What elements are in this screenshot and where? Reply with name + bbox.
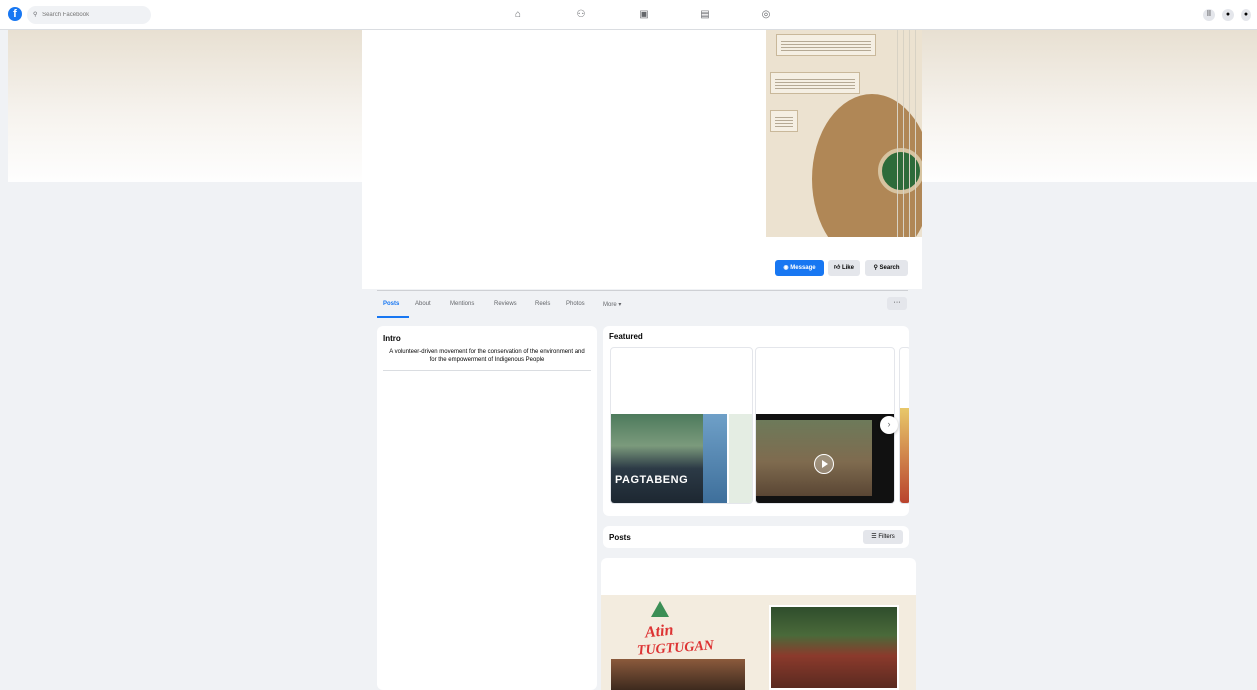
- search-icon: ⚲: [873, 265, 878, 271]
- tab-posts[interactable]: Posts: [383, 301, 399, 307]
- stage-photo: [769, 605, 899, 690]
- cover-photo[interactable]: [766, 30, 922, 237]
- featured-photo: [703, 414, 727, 503]
- posts-header: Posts ☰ Filters: [603, 526, 909, 548]
- friends-icon[interactable]: ⚇: [575, 9, 587, 21]
- featured-title: Featured: [609, 332, 643, 341]
- featured-video[interactable]: [755, 347, 895, 504]
- post-image[interactable]: Atin TUGTUGAN: [601, 595, 916, 690]
- notifications-icon[interactable]: ●: [1241, 9, 1251, 21]
- marketplace-icon[interactable]: ▤: [699, 9, 711, 21]
- intro-title: Intro: [383, 334, 401, 343]
- message-button[interactable]: ◉ Message: [775, 260, 824, 276]
- tab-mentions[interactable]: Mentions: [450, 301, 474, 307]
- search-box[interactable]: ⚲: [27, 6, 151, 24]
- featured-card: Featured PAGTABENG: [603, 326, 909, 516]
- messenger-icon: ◉: [783, 265, 789, 271]
- thumbs-up-icon: 👍︎: [834, 265, 841, 271]
- post-header: [601, 558, 916, 595]
- play-icon[interactable]: [814, 454, 834, 474]
- tab-photos[interactable]: Photos: [566, 301, 585, 307]
- tab-about[interactable]: About: [415, 301, 431, 307]
- carousel-next-button[interactable]: ›: [880, 416, 898, 434]
- home-icon[interactable]: ⌂: [512, 9, 524, 21]
- featured-photo-caption: PAGTABENG: [615, 474, 689, 486]
- tab-more[interactable]: More ▾: [603, 301, 621, 308]
- watch-icon[interactable]: ▣: [638, 9, 650, 21]
- like-button[interactable]: 👍︎ Like: [828, 260, 860, 276]
- video-thumbnail: [756, 420, 872, 496]
- tab-reviews[interactable]: Reviews: [494, 301, 517, 307]
- facebook-logo[interactable]: f: [8, 7, 22, 21]
- search-input[interactable]: [42, 12, 139, 18]
- groups-icon[interactable]: ◎: [760, 9, 772, 21]
- music-sheet-image: [776, 34, 876, 56]
- intro-divider: [383, 370, 591, 371]
- ukulele-strings-image: [892, 30, 916, 237]
- more-options-button[interactable]: ···: [887, 297, 907, 310]
- featured-item[interactable]: PAGTABENG: [610, 347, 753, 504]
- top-navigation-bar: f ⚲ ⌂ ⚇ ▣ ▤ ◎ ⠿ ● ●: [0, 0, 1257, 30]
- search-icon: ⚲: [33, 12, 38, 18]
- active-tab-indicator: [377, 316, 409, 318]
- tab-reels[interactable]: Reels: [535, 301, 550, 307]
- music-sheet-image: [770, 110, 798, 132]
- chevron-right-icon: ›: [887, 419, 891, 429]
- intro-card: Intro A volunteer-driven movement for th…: [377, 326, 597, 690]
- featured-photo: PAGTABENG: [611, 414, 703, 503]
- music-sheet-image: [770, 72, 860, 94]
- header-divider: [377, 290, 908, 291]
- featured-photo: [900, 408, 909, 503]
- filter-icon: ☰: [871, 534, 877, 540]
- featured-item-partial[interactable]: [899, 347, 909, 504]
- crowd-photo: [611, 659, 745, 690]
- organization-logo: [651, 601, 669, 617]
- filters-button[interactable]: ☰ Filters: [863, 530, 903, 544]
- intro-bio: A volunteer-driven movement for the cons…: [389, 349, 585, 363]
- featured-flyer: [729, 414, 752, 503]
- posts-title: Posts: [609, 533, 631, 542]
- search-page-button[interactable]: ⚲ Search: [865, 260, 908, 276]
- menu-grid-icon[interactable]: ⠿: [1203, 9, 1215, 21]
- post-banner-text: Atin: [644, 621, 675, 642]
- messenger-icon[interactable]: ●: [1222, 9, 1234, 21]
